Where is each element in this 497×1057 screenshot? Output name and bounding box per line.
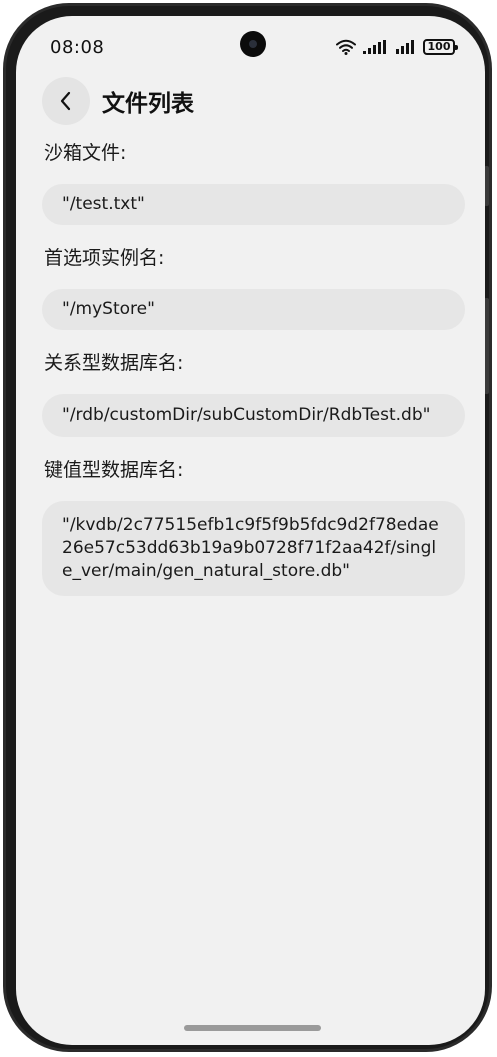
phone-frame: 08:08 100 文件列表 沙箱文件: "/test.txt" 首选项实例名:… <box>3 3 492 1052</box>
page-title: 文件列表 <box>102 91 194 117</box>
rdb-name-label: 关系型数据库名: <box>44 352 184 374</box>
home-indicator[interactable] <box>184 1025 321 1031</box>
signal-icon-secondary <box>396 40 416 54</box>
chevron-left-icon <box>60 91 71 111</box>
header: 文件列表 <box>42 76 194 126</box>
signal-icon <box>363 40 389 54</box>
rdb-name-path: "/rdb/customDir/subCustomDir/RdbTest.db" <box>42 394 465 437</box>
status-time: 08:08 <box>50 37 105 58</box>
kvdb-name-path: "/kvdb/2c77515efb1c9f5f9b5fdc9d2f78edae2… <box>42 501 465 596</box>
screen: 08:08 100 文件列表 沙箱文件: "/test.txt" 首选项实例名:… <box>16 16 485 1045</box>
sandbox-file-label: 沙箱文件: <box>44 142 127 164</box>
back-button[interactable] <box>42 77 90 125</box>
file-list: 沙箱文件: "/test.txt" 首选项实例名: "/myStore" 关系型… <box>42 140 465 616</box>
kvdb-name-label: 键值型数据库名: <box>44 459 184 481</box>
wifi-icon <box>336 39 356 55</box>
preferences-name-path: "/myStore" <box>42 289 465 330</box>
preferences-name-label: 首选项实例名: <box>44 247 165 269</box>
battery-level: 100 <box>427 40 451 53</box>
status-bar: 08:08 100 <box>16 16 485 76</box>
battery-icon: 100 <box>423 39 458 55</box>
camera-icon <box>240 31 266 57</box>
status-icons: 100 <box>336 36 458 58</box>
sandbox-file-path: "/test.txt" <box>42 184 465 225</box>
